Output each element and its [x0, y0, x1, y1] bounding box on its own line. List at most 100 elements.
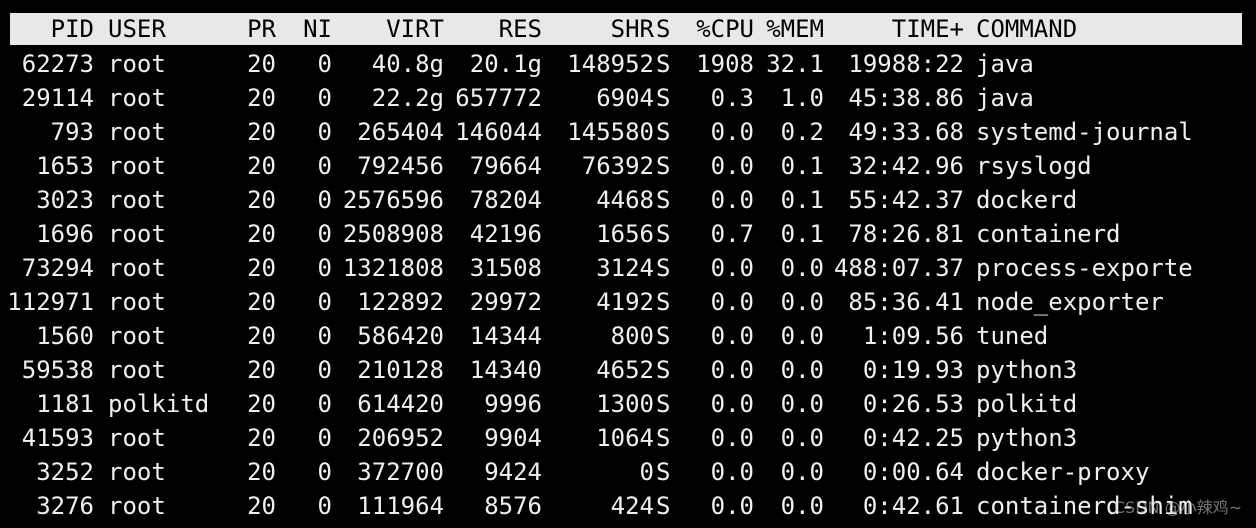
col-header-shr[interactable]: SHR: [546, 13, 654, 45]
cell-mem: 0.1: [780, 220, 824, 248]
cell-user: root: [108, 492, 166, 520]
csdn-watermark: CSDN @小辣鸡~: [1113, 498, 1242, 517]
cell-res: 78204: [469, 186, 542, 214]
table-row[interactable]: 1181 polkitd 20 0 614420 9996 1300 S 0.0 0.0 0:26.…: [0, 387, 1256, 421]
cell-res: 29972: [469, 288, 542, 316]
cell-pid: 73294: [21, 254, 94, 282]
col-header-pid[interactable]: PID: [10, 13, 94, 45]
cell-shr: 0: [639, 458, 654, 486]
cell-mem: 0.1: [780, 152, 824, 180]
cell-command: tuned: [976, 322, 1049, 350]
cell-pid: 1653: [36, 152, 94, 180]
cell-pr: 20: [247, 152, 276, 180]
col-header-command[interactable]: COMMAND: [976, 13, 1242, 45]
cell-user: root: [108, 458, 166, 486]
cell-ni: 0: [317, 118, 332, 146]
col-header-state[interactable]: S: [656, 13, 676, 45]
cell-shr: 4652: [596, 356, 654, 384]
cell-state: S: [656, 458, 671, 486]
cell-pr: 20: [247, 220, 276, 248]
cell-state: S: [656, 186, 671, 214]
table-row[interactable]: 3276 root 20 0 111964 8576 424 S 0.0 0.0 0:42.61 co…: [0, 489, 1256, 523]
cell-shr: 3124: [596, 254, 654, 282]
cell-virt: 22.2g: [371, 84, 444, 112]
col-header-virt[interactable]: VIRT: [340, 13, 444, 45]
cell-pid: 62273: [21, 50, 94, 78]
cell-pid: 793: [50, 118, 94, 146]
cell-state: S: [656, 220, 671, 248]
cell-ni: 0: [317, 152, 332, 180]
cell-ni: 0: [317, 50, 332, 78]
cell-time: 49:33.68: [848, 118, 964, 146]
cell-pid: 3276: [36, 492, 94, 520]
cell-command: process-exporte: [976, 254, 1193, 282]
cell-cpu: 0.0: [710, 492, 754, 520]
cell-time: 19988:22: [848, 50, 964, 78]
cell-shr: 6904: [596, 84, 654, 112]
cell-time: 1:09.56: [862, 322, 964, 350]
cell-pid: 1696: [36, 220, 94, 248]
cell-ni: 0: [317, 84, 332, 112]
cell-res: 14344: [469, 322, 542, 350]
cell-mem: 0.0: [780, 356, 824, 384]
table-row[interactable]: 3023 root 20 0 2576596 78204 4468 S 0.0 0.1 55:42.…: [0, 183, 1256, 217]
cell-time: 488:07.37: [833, 254, 964, 282]
cell-pr: 20: [247, 424, 276, 452]
cell-pr: 20: [247, 84, 276, 112]
cell-virt: 265404: [357, 118, 444, 146]
cell-pr: 20: [247, 492, 276, 520]
cell-state: S: [656, 356, 671, 384]
cell-cpu: 0.0: [710, 118, 754, 146]
top-process-table: PID USER PR NI VIRT RES SHR S %CPU %MEM …: [0, 0, 1256, 528]
cell-state: S: [656, 118, 671, 146]
cell-command: dockerd: [976, 186, 1078, 214]
cell-shr: 1300: [596, 390, 654, 418]
table-row[interactable]: 41593 root 20 0 206952 9904 1064 S 0.0 0.0 0:42.25…: [0, 421, 1256, 455]
table-row[interactable]: 1696 root 20 0 2508908 42196 1656 S 0.7 0.1 78:26.…: [0, 217, 1256, 251]
table-row[interactable]: 59538 root 20 0 210128 14340 4652 S 0.0 0.0 0:19.9…: [0, 353, 1256, 387]
col-header-cpu[interactable]: %CPU: [684, 13, 754, 45]
cell-shr: 76392: [581, 152, 654, 180]
cell-virt: 111964: [357, 492, 444, 520]
cell-res: 8576: [484, 492, 542, 520]
table-row[interactable]: 112971 root 20 0 122892 29972 4192 S 0.0 0.0 85:36…: [0, 285, 1256, 319]
cell-state: S: [656, 254, 671, 282]
cell-pid: 59538: [21, 356, 94, 384]
cell-mem: 0.0: [780, 458, 824, 486]
table-row[interactable]: 793 root 20 0 265404 146044 145580 S 0.0 0.2 49:33…: [0, 115, 1256, 149]
table-row[interactable]: 62273 root 20 0 40.8g 20.1g 148952 S 1908 32.1 199…: [0, 47, 1256, 81]
table-row[interactable]: 1560 root 20 0 586420 14344 800 S 0.0 0.0 1:09.56 t…: [0, 319, 1256, 353]
col-header-res[interactable]: RES: [450, 13, 542, 45]
col-header-ni[interactable]: NI: [286, 13, 332, 45]
cell-user: root: [108, 254, 166, 282]
col-header-time[interactable]: TIME+: [826, 13, 964, 45]
col-header-pr[interactable]: PR: [216, 13, 276, 45]
table-row[interactable]: 73294 root 20 0 1321808 31508 3124 S 0.0 0.0 488:0…: [0, 251, 1256, 285]
cell-virt: 122892: [357, 288, 444, 316]
cell-time: 78:26.81: [848, 220, 964, 248]
cell-cpu: 0.7: [710, 220, 754, 248]
cell-mem: 0.2: [780, 118, 824, 146]
cell-shr: 800: [610, 322, 654, 350]
table-row[interactable]: 3252 root 20 0 372700 9424 0 S 0.0 0.0 0:00.64 dock…: [0, 455, 1256, 489]
cell-mem: 0.1: [780, 186, 824, 214]
cell-ni: 0: [317, 492, 332, 520]
cell-state: S: [656, 492, 671, 520]
cell-res: 9904: [484, 424, 542, 452]
cell-pr: 20: [247, 118, 276, 146]
col-header-user[interactable]: USER: [108, 13, 218, 45]
cell-virt: 792456: [357, 152, 444, 180]
cell-ni: 0: [317, 356, 332, 384]
cell-pid: 29114: [21, 84, 94, 112]
cell-ni: 0: [317, 322, 332, 350]
table-row[interactable]: 1653 root 20 0 792456 79664 76392 S 0.0 0.1 32:42.…: [0, 149, 1256, 183]
cell-pr: 20: [247, 458, 276, 486]
cell-time: 55:42.37: [848, 186, 964, 214]
cell-command: containerd: [976, 220, 1121, 248]
cell-cpu: 0.0: [710, 322, 754, 350]
col-header-mem[interactable]: %MEM: [760, 13, 824, 45]
table-row[interactable]: 29114 root 20 0 22.2g 657772 6904 S 0.3 1.0 45:38.…: [0, 81, 1256, 115]
cell-user: root: [108, 152, 166, 180]
cell-cpu: 0.0: [710, 186, 754, 214]
cell-mem: 0.0: [780, 288, 824, 316]
